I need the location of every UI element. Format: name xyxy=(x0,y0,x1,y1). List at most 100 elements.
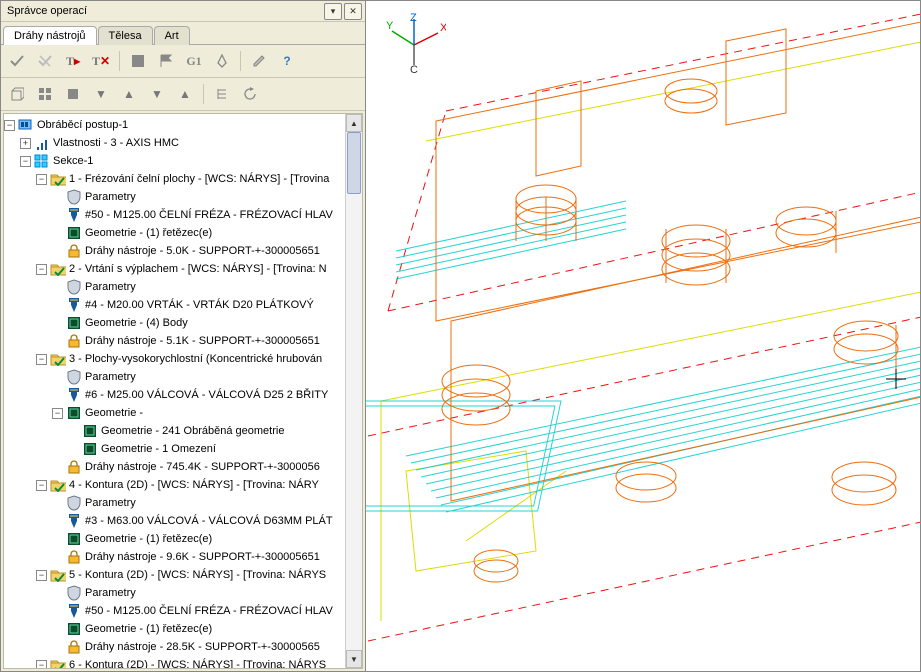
tree-geometry[interactable]: +Geometrie - (4) Body xyxy=(4,314,345,332)
tree-label: Geometrie - (1) řetězec(e) xyxy=(85,530,212,548)
toolbar-separator xyxy=(203,84,204,104)
scroll-down-button[interactable]: ▼ xyxy=(346,650,362,668)
tree-section[interactable]: −Sekce-1 xyxy=(4,152,345,170)
sort-up-2-button[interactable]: ▲ xyxy=(173,82,197,106)
folder-icon xyxy=(50,261,66,277)
tree-toolpaths[interactable]: +Dráhy nástroje - 28.5K - SUPPORT-+-3000… xyxy=(4,638,345,656)
tree-operation[interactable]: −1 - Frézování čelní plochy - [WCS: NÁRY… xyxy=(4,170,345,188)
sort-down-2-button[interactable]: ▼ xyxy=(145,82,169,106)
tab-solids[interactable]: Tělesa xyxy=(98,26,153,45)
tree-label: Dráhy nástroje - 5.1K - SUPPORT-+-300005… xyxy=(85,332,320,350)
tree-params[interactable]: +Parametry xyxy=(4,188,345,206)
tree-params[interactable]: +Parametry xyxy=(4,368,345,386)
triangle-up-icon: ▲ xyxy=(123,87,135,101)
sort-down-button[interactable]: ▼ xyxy=(89,82,113,106)
refresh-button[interactable] xyxy=(238,82,262,106)
tree-geometry[interactable]: −Geometrie - xyxy=(4,404,345,422)
tree-tool[interactable]: +#50 - M125.00 ČELNÍ FRÉZA - FRÉZOVACÍ H… xyxy=(4,602,345,620)
app-frame: Správce operací ▾ ✕ Dráhy nástrojů Těles… xyxy=(0,0,921,672)
tree-expander[interactable]: − xyxy=(36,570,47,581)
edit-button[interactable] xyxy=(247,49,271,73)
geometry-icon xyxy=(66,225,82,241)
tree-label: Parametry xyxy=(85,278,136,296)
lock-icon xyxy=(66,333,82,349)
tree-mode-button[interactable] xyxy=(210,82,234,106)
toolbar-row-1: T▸ T✕ G1 xyxy=(1,45,365,78)
regenerate-all-button[interactable]: T✕ xyxy=(89,49,113,73)
tree-label: #50 - M125.00 ČELNÍ FRÉZA - FRÉZOVACÍ HL… xyxy=(85,206,333,224)
tree-label: Parametry xyxy=(85,368,136,386)
operations-tree-container: − Obráběcí postup-1+Vlastnosti - 3 - AXIS… xyxy=(3,113,363,669)
panel-menu-button[interactable]: ▾ xyxy=(324,3,342,20)
tree-tool[interactable]: +#4 - M20.00 VRTÁK - VRTÁK D20 PLÁTKOVÝ xyxy=(4,296,345,314)
tree-label: Geometrie - 1 Omezení xyxy=(101,440,216,458)
tree-tool[interactable]: +#3 - M63.00 VÁLCOVÁ - VÁLCOVÁ D63MM PLÁ… xyxy=(4,512,345,530)
tree-expander[interactable]: − xyxy=(36,174,47,185)
display-toggle-button[interactable] xyxy=(5,82,29,106)
tool-info-button[interactable] xyxy=(210,49,234,73)
tree-expander[interactable]: − xyxy=(36,264,47,275)
tree-expander[interactable]: − xyxy=(36,660,47,669)
scroll-track[interactable] xyxy=(346,132,362,650)
tree-operation[interactable]: − 2 - Vrtání s výplachem - [WCS: NÁRYS] -… xyxy=(4,260,345,278)
geometry-icon xyxy=(66,405,82,421)
tree-expander[interactable]: − xyxy=(4,120,15,131)
tree-tool[interactable]: +#50 - M125.00 ČELNÍ FRÉZA - FRÉZOVACÍ H… xyxy=(4,206,345,224)
tree-toolpaths[interactable]: +Dráhy nástroje - 5.0K - SUPPORT-+-30000… xyxy=(4,242,345,260)
tree-params[interactable]: +Parametry xyxy=(4,584,345,602)
tool-icon xyxy=(66,513,82,529)
folder-icon xyxy=(50,657,66,668)
tree-tool[interactable]: +#6 - M25.00 VÁLCOVÁ - VÁLCOVÁ D25 2 BŘI… xyxy=(4,386,345,404)
tree-params[interactable]: +Parametry xyxy=(4,494,345,512)
tree-toolpaths[interactable]: +Dráhy nástroje - 5.1K - SUPPORT-+-30000… xyxy=(4,332,345,350)
triangle-down-icon: ▼ xyxy=(151,87,163,101)
tree-operation[interactable]: −6 - Kontura (2D) - [WCS: NÁRYS] - [Trov… xyxy=(4,656,345,668)
tree-geometry[interactable]: +Geometrie - (1) řetězec(e) xyxy=(4,224,345,242)
tree-expander[interactable]: + xyxy=(20,138,31,149)
tree-geometry-child[interactable]: +Geometrie - 1 Omezení xyxy=(4,440,345,458)
tree-label: Dráhy nástroje - 745.4K - SUPPORT-+-3000… xyxy=(85,458,320,476)
tree-params[interactable]: +Parametry xyxy=(4,278,345,296)
tree-expander[interactable]: − xyxy=(36,480,47,491)
tree-expander[interactable]: − xyxy=(20,156,31,167)
regenerate-button[interactable]: T▸ xyxy=(61,49,85,73)
sort-up-button[interactable]: ▲ xyxy=(117,82,141,106)
scroll-thumb[interactable] xyxy=(347,132,361,194)
tree-label: 2 - Vrtání s výplachem - [WCS: NÁRYS] - … xyxy=(69,260,327,278)
tree-icon xyxy=(215,87,229,101)
tree-geometry-child[interactable]: +Geometrie - 241 Obráběná geometrie xyxy=(4,422,345,440)
tab-art[interactable]: Art xyxy=(154,26,190,45)
tree-label: 5 - Kontura (2D) - [WCS: NÁRYS] - [Trovi… xyxy=(69,566,326,584)
tree-expander[interactable]: − xyxy=(36,354,47,365)
tree-geometry[interactable]: +Geometrie - (1) řetězec(e) xyxy=(4,530,345,548)
verify-button[interactable] xyxy=(154,49,178,73)
tree-label: Obráběcí postup-1 xyxy=(37,116,128,134)
tree-expander[interactable]: − xyxy=(52,408,63,419)
deselect-all-button[interactable] xyxy=(33,49,57,73)
tree-operation[interactable]: − 5 - Kontura (2D) - [WCS: NÁRYS] - [Trov… xyxy=(4,566,345,584)
toolbar-separator xyxy=(240,51,241,71)
backplot-button[interactable] xyxy=(126,49,150,73)
scroll-up-button[interactable]: ▲ xyxy=(346,114,362,132)
lock-button[interactable] xyxy=(61,82,85,106)
tree-properties[interactable]: +Vlastnosti - 3 - AXIS HMC xyxy=(4,134,345,152)
tree-root[interactable]: − Obráběcí postup-1 xyxy=(4,116,345,134)
tree-toolpaths[interactable]: +Dráhy nástroje - 745.4K - SUPPORT-+-300… xyxy=(4,458,345,476)
cad-viewport[interactable]: X Y Z C xyxy=(366,1,920,671)
select-all-button[interactable] xyxy=(5,49,29,73)
tab-toolpaths[interactable]: Dráhy nástrojů xyxy=(3,26,97,45)
tool-icon xyxy=(66,297,82,313)
panel-title: Správce operací xyxy=(4,5,322,17)
operations-tree[interactable]: − Obráběcí postup-1+Vlastnosti - 3 - AXIS… xyxy=(4,114,345,668)
tree-operation[interactable]: −3 - Plochy-vysokorychlostní (Koncentric… xyxy=(4,350,345,368)
tree-scrollbar[interactable]: ▲ ▼ xyxy=(345,114,362,668)
properties-icon xyxy=(34,135,50,151)
post-button[interactable]: G1 xyxy=(182,49,206,73)
tree-operation[interactable]: −4 - Kontura (2D) - [WCS: NÁRYS] - [Trov… xyxy=(4,476,345,494)
display-mode-button[interactable] xyxy=(33,82,57,106)
tree-toolpaths[interactable]: +Dráhy nástroje - 9.6K - SUPPORT-+-30000… xyxy=(4,548,345,566)
panel-close-button[interactable]: ✕ xyxy=(344,3,362,20)
tree-geometry[interactable]: +Geometrie - (1) řetězec(e) xyxy=(4,620,345,638)
triangle-up-icon: ▲ xyxy=(179,87,191,101)
help-button[interactable]: ? xyxy=(275,49,299,73)
